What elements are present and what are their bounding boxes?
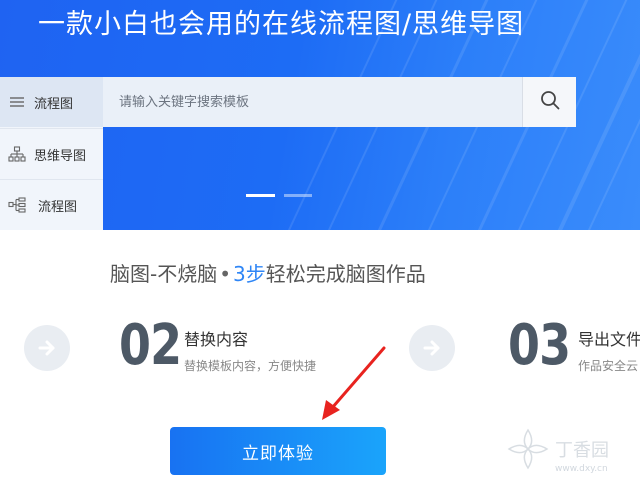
sidebar-item-label: 流程图 [34, 96, 74, 112]
sidebar-item-flowchart-2[interactable]: 流程图 [0, 179, 103, 230]
subtitle-bullet: • [219, 262, 232, 286]
step-number: 02 [119, 313, 182, 378]
step-number: 03 [508, 313, 571, 378]
template-category-sidebar: 流程图 思维导图 流程图 [0, 77, 103, 230]
search-icon [540, 90, 560, 114]
watermark-text: 丁香园 [555, 440, 609, 461]
sidebar-item-flowchart[interactable]: 流程图 [0, 77, 103, 127]
step-description: 替换模板内容，方便快捷 [184, 359, 317, 373]
hero-title: 一款小白也会用的在线流程图/思维导图 [38, 9, 525, 40]
search-input[interactable] [103, 77, 521, 127]
watermark-logo-icon [507, 428, 549, 470]
carousel-dot[interactable] [284, 194, 312, 197]
template-search-bar [103, 77, 576, 127]
step-arrow-icon [409, 325, 455, 371]
sidebar-item-label: 流程图 [38, 199, 78, 215]
sidebar-item-label: 思维导图 [34, 148, 87, 164]
search-button[interactable] [522, 77, 576, 127]
mindmap-icon [6, 146, 28, 162]
try-now-button[interactable]: 立即体验 [170, 427, 386, 475]
flowchart-icon [6, 197, 28, 213]
list-icon [6, 96, 28, 108]
annotation-arrow-icon [322, 346, 386, 420]
subtitle-prefix: 脑图-不烧脑 [110, 262, 218, 286]
step-title: 替换内容 [184, 330, 249, 349]
carousel-dot-active[interactable] [246, 194, 275, 197]
section-subtitle: 脑图-不烧脑 • 3步轻松完成脑图作品 [110, 258, 426, 287]
step-title: 导出文件 [578, 330, 640, 349]
step-description: 作品安全云 [578, 359, 639, 373]
sidebar-item-mindmap[interactable]: 思维导图 [0, 128, 103, 179]
step-arrow-icon [24, 325, 70, 371]
subtitle-accent: 3步 [233, 262, 266, 286]
subtitle-suffix: 轻松完成脑图作品 [265, 262, 426, 286]
watermark-url: www.dxy.cn [555, 464, 608, 474]
